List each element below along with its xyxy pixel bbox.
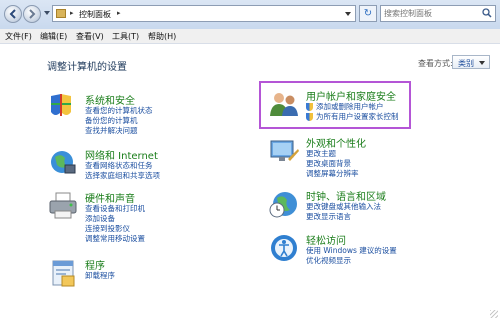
menu-help[interactable]: 帮助(H) (148, 31, 176, 42)
category-title[interactable]: 程序 (85, 257, 105, 272)
link-add-device[interactable]: 添加设备 (85, 214, 145, 224)
search-icon[interactable] (482, 8, 492, 18)
category-title[interactable]: 网络和 Internet (85, 147, 158, 162)
search-input[interactable] (384, 7, 480, 20)
view-by-dropdown[interactable]: 类别 (452, 55, 490, 69)
category-title[interactable]: 硬件和声音 (85, 190, 135, 205)
breadcrumb-control-panel[interactable]: 控制面板 (79, 9, 111, 20)
link-view-computer-status[interactable]: 查看您的计算机状态 (85, 106, 153, 116)
link-parental-controls[interactable]: 为所有用户设置家长控制 (306, 112, 399, 122)
refresh-button[interactable]: ↻ (359, 5, 377, 22)
link-add-remove-accounts[interactable]: 添加或删除用户帐户 (306, 102, 399, 112)
link-change-theme[interactable]: 更改主题 (306, 149, 359, 159)
resize-grip-icon[interactable] (490, 310, 498, 318)
link-optimize-display[interactable]: 优化视频显示 (306, 256, 397, 266)
link-desktop-background[interactable]: 更改桌面背景 (306, 159, 359, 169)
programs-icon (52, 260, 75, 287)
category-title[interactable]: 系统和安全 (85, 92, 135, 107)
category-title[interactable]: 时钟、语言和区域 (306, 188, 386, 203)
control-panel-folder-icon (56, 9, 66, 18)
forward-arrow-icon (29, 9, 36, 19)
link-devices-printers[interactable]: 查看设备和打印机 (85, 204, 145, 214)
network-globe-icon (51, 151, 76, 174)
link-network-status[interactable]: 查看网络状态和任务 (85, 161, 160, 171)
link-screen-resolution[interactable]: 调整屏幕分辨率 (306, 169, 359, 179)
chevron-right-icon[interactable]: ▸ (70, 9, 74, 17)
search-box[interactable] (380, 5, 496, 22)
printer-icon (49, 192, 77, 219)
forward-button[interactable] (23, 5, 41, 23)
menu-view[interactable]: 查看(V) (76, 31, 104, 42)
category-title[interactable]: 轻松访问 (306, 232, 346, 247)
recent-pages-chevron-icon[interactable] (44, 11, 50, 15)
shield-flag-icon (51, 94, 71, 116)
chevron-right-icon[interactable]: ▸ (117, 9, 121, 17)
refresh-icon: ↻ (363, 8, 373, 19)
category-title[interactable]: 用户帐户和家庭安全 (306, 88, 396, 103)
address-field[interactable]: ▸ 控制面板 ▸ (52, 5, 356, 22)
link-change-input-method[interactable]: 更改键盘或其他输入法 (306, 202, 381, 212)
view-by-label: 查看方式: (418, 59, 453, 68)
users-icon (270, 93, 298, 116)
link-backup-computer[interactable]: 备份您的计算机 (85, 116, 153, 126)
link-mobility-settings[interactable]: 调整常用移动设置 (85, 234, 145, 244)
back-button[interactable] (4, 5, 22, 23)
link-display-language[interactable]: 更改显示语言 (306, 212, 381, 222)
ease-of-access-icon (271, 235, 297, 261)
link-uninstall-program[interactable]: 卸载程序 (85, 271, 115, 281)
link-troubleshoot[interactable]: 查找并解决问题 (85, 126, 153, 136)
menu-tools[interactable]: 工具(T) (112, 31, 139, 42)
back-arrow-icon (9, 9, 16, 19)
chevron-down-icon (479, 61, 485, 65)
address-dropdown-icon[interactable] (345, 12, 351, 16)
menu-file[interactable]: 文件(F) (5, 31, 32, 42)
page-title: 调整计算机的设置 (47, 62, 127, 73)
link-recommended-settings[interactable]: 使用 Windows 建议的设置 (306, 246, 397, 256)
view-by-value: 类别 (458, 59, 474, 68)
clock-globe-icon (269, 192, 297, 218)
category-title[interactable]: 外观和个性化 (306, 135, 366, 150)
appearance-icon (270, 140, 299, 161)
menu-edit[interactable]: 编辑(E) (40, 31, 67, 42)
menu-bar: 文件(F) 编辑(E) 查看(V) 工具(T) 帮助(H) (0, 29, 500, 44)
link-homegroup-sharing[interactable]: 选择家庭组和共享选项 (85, 171, 160, 181)
address-bar: ▸ 控制面板 ▸ ↻ (0, 0, 500, 30)
link-connect-projector[interactable]: 连接到投影仪 (85, 224, 145, 234)
